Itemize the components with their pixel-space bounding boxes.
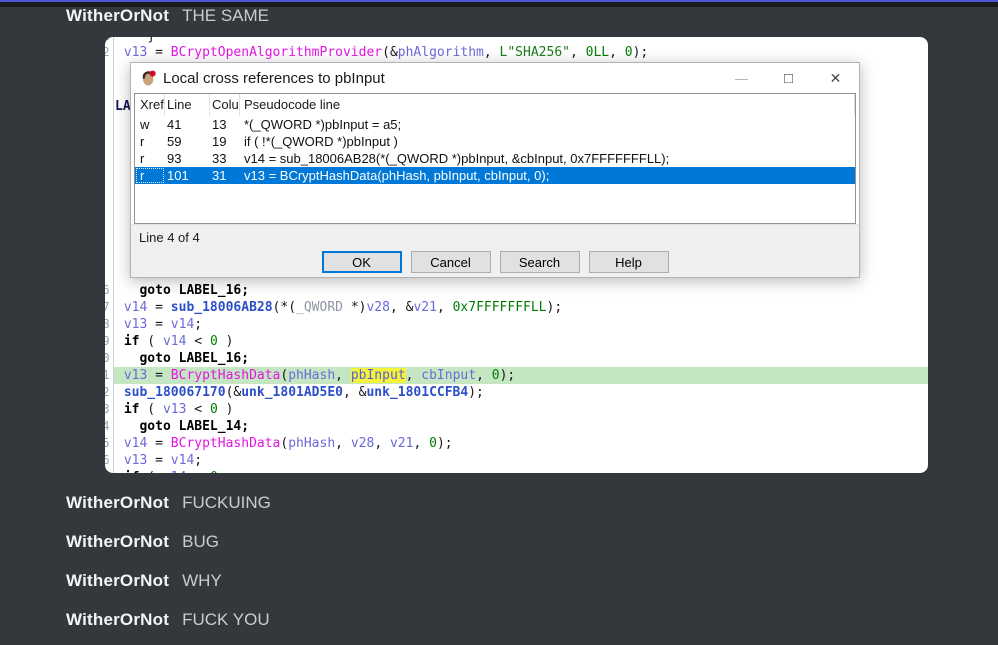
close-icon[interactable]: ✕ (812, 63, 859, 93)
table-body: w4113*(_QWORD *)pbInput = a5;r5919if ( !… (135, 116, 855, 184)
xref-row[interactable]: r10131v13 = BCryptHashData(phHash, pbInp… (135, 167, 855, 184)
message-author[interactable]: WitherOrNot (66, 532, 169, 552)
search-button[interactable]: Search (500, 251, 580, 273)
code-line[interactable]: v13 = v14; (105, 452, 928, 469)
xref-cell: 33 (210, 150, 240, 167)
status-text: Line 4 of 4 (139, 230, 200, 245)
attachment-image[interactable]: } v13 = BCryptOpenAlgorithmProvider(&phA… (105, 37, 928, 473)
message-author[interactable]: WitherOrNot (66, 571, 169, 591)
xref-cell: v14 = sub_18006AB28(*(_QWORD *)pbInput, … (240, 150, 855, 167)
help-button[interactable]: Help (589, 251, 669, 273)
line-number: 6 (105, 452, 112, 469)
dialog-statusbar: Line 4 of 4 OK Cancel Search Help (131, 224, 859, 277)
xref-cell: 101 (165, 167, 210, 184)
message-text: BUG (182, 532, 219, 552)
dialog-titlebar[interactable]: Local cross references to pbInput — □ ✕ (131, 63, 859, 93)
code-line[interactable]: sub_180067170(&unk_1801AD5E0, &unk_1801C… (105, 384, 928, 401)
xref-cell: 31 (210, 167, 240, 184)
message-text: WHY (182, 571, 222, 591)
code-line[interactable]: if ( v14 < 0 ) (105, 333, 928, 350)
window-controls: — □ ✕ (718, 63, 859, 93)
chat-message: WitherOrNot BUG (66, 532, 219, 556)
label-fragment: LA (115, 98, 131, 115)
line-number: 7 (105, 299, 112, 316)
dialog-title: Local cross references to pbInput (163, 70, 385, 87)
cancel-button[interactable]: Cancel (411, 251, 491, 273)
message-author[interactable]: WitherOrNot (66, 493, 169, 513)
ok-button[interactable]: OK (322, 251, 402, 273)
line-number: 1 (105, 367, 112, 384)
code-line[interactable]: v13 = BCryptHashData(phHash, pbInput, cb… (105, 367, 928, 384)
line-number: 6 (105, 282, 112, 299)
xref-cell: 13 (210, 116, 240, 133)
code-line[interactable]: goto LABEL_16; (105, 350, 928, 367)
xref-cell: r (135, 150, 165, 167)
line-number: 5 (105, 435, 112, 452)
xref-row[interactable]: r9333v14 = sub_18006AB28(*(_QWORD *)pbIn… (135, 150, 855, 167)
code-line[interactable]: if ( v14 < 0 (105, 469, 928, 473)
chat-message: WitherOrNot FUCK YOU (66, 610, 270, 634)
line-number: 7 (105, 469, 112, 473)
button-row: OK Cancel Search Help (131, 251, 859, 273)
xref-cell: 93 (165, 150, 210, 167)
xref-cell: if ( !*(_QWORD *)pbInput ) (240, 133, 855, 150)
line-number: 8 (105, 316, 112, 333)
line-number: 2 (105, 384, 112, 401)
chat-message: WitherOrNot THE SAME (66, 6, 269, 30)
message-author[interactable]: WitherOrNot (66, 6, 169, 26)
code-line[interactable]: v13 = v14; (105, 316, 928, 333)
code-line[interactable]: goto LABEL_16; (105, 282, 928, 299)
code-line[interactable]: v14 = BCryptHashData(phHash, v28, v21, 0… (105, 435, 928, 452)
line-number: 3 (105, 401, 112, 418)
code-line[interactable]: v14 = sub_18006AB28(*(_QWORD *)v28, &v21… (105, 299, 928, 316)
chat-message: WitherOrNot FUCKUING (66, 493, 271, 517)
line-number: 9 (105, 333, 112, 350)
line-number: 0 (105, 350, 112, 367)
column-header-xref[interactable]: Xref (135, 94, 165, 116)
xref-row[interactable]: r5919if ( !*(_QWORD *)pbInput ) (135, 133, 855, 150)
xref-cell: 19 (210, 133, 240, 150)
xref-dialog: Local cross references to pbInput — □ ✕ … (130, 62, 860, 278)
line-number: 2 (105, 44, 112, 61)
chat-message: WitherOrNot WHY (66, 571, 222, 595)
xref-cell: 41 (165, 116, 210, 133)
column-header-pseudocode[interactable]: Pseudocode line (240, 94, 855, 116)
xref-cell: r (135, 133, 165, 150)
line-number: 4 (105, 418, 112, 435)
xref-cell: *(_QWORD *)pbInput = a5; (240, 116, 855, 133)
xref-row[interactable]: w4113*(_QWORD *)pbInput = a5; (135, 116, 855, 133)
minimize-icon[interactable]: — (718, 63, 765, 93)
message-text: THE SAME (182, 6, 269, 26)
xref-cell: w (135, 116, 165, 133)
code-line[interactable]: goto LABEL_14; (105, 418, 928, 435)
code-line[interactable]: v13 = BCryptOpenAlgorithmProvider(&phAlg… (105, 44, 928, 61)
table-header: Xref Line Column Pseudocode line (135, 94, 855, 116)
code-line[interactable]: if ( v13 < 0 ) (105, 401, 928, 418)
ida-rose-icon (141, 70, 157, 86)
column-header-column[interactable]: Column (210, 94, 240, 116)
message-text: FUCK YOU (182, 610, 270, 630)
message-author[interactable]: WitherOrNot (66, 610, 169, 630)
xref-cell: v13 = BCryptHashData(phHash, pbInput, cb… (240, 167, 855, 184)
column-header-line[interactable]: Line (165, 94, 210, 116)
message-text: FUCKUING (182, 493, 271, 513)
maximize-icon[interactable]: □ (765, 63, 812, 93)
xref-cell: 59 (165, 133, 210, 150)
xref-cell: r (135, 167, 165, 184)
xref-list: Xref Line Column Pseudocode line w4113*(… (134, 93, 856, 224)
